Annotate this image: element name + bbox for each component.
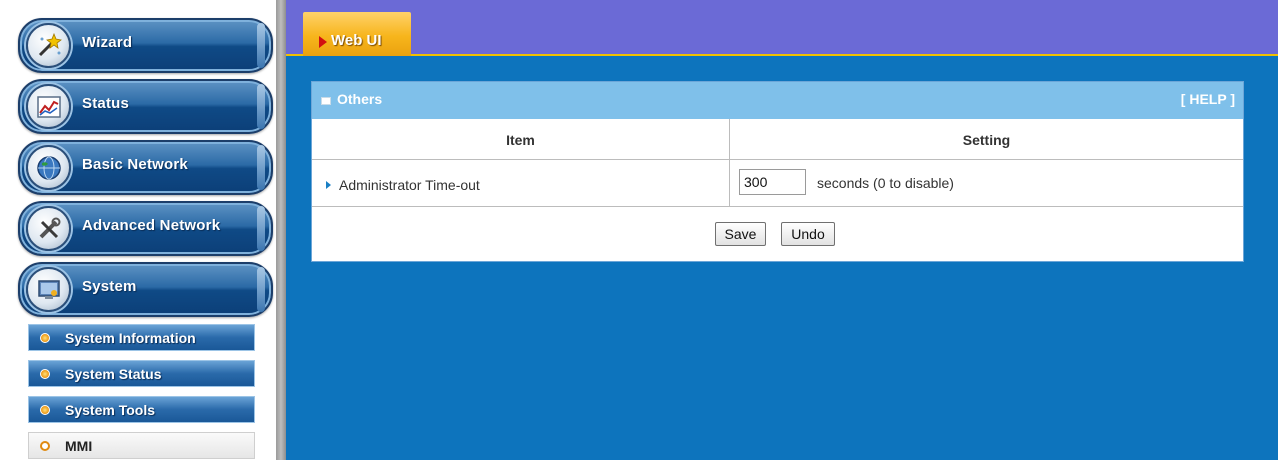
bullet-icon bbox=[40, 333, 50, 343]
main-content: Web UI Others [ HELP ] Item Setting Admi… bbox=[286, 0, 1278, 460]
undo-button[interactable]: Undo bbox=[781, 222, 835, 246]
timeout-unit-text: seconds (0 to disable) bbox=[817, 175, 954, 191]
chart-icon bbox=[26, 84, 71, 129]
submenu-mmi[interactable]: MMI bbox=[28, 432, 255, 459]
menu-label: Wizard bbox=[82, 34, 133, 51]
column-header-item: Item bbox=[312, 119, 730, 160]
sidebar: Wizard Status Basic Network Advanced Net… bbox=[0, 0, 276, 460]
submenu-system-information[interactable]: System Information bbox=[28, 324, 255, 351]
table-row-label-cell: Administrator Time-out bbox=[312, 160, 730, 207]
arrow-right-icon bbox=[319, 36, 327, 48]
tab-label: Web UI bbox=[331, 32, 382, 49]
menu-basic-network[interactable]: Basic Network bbox=[18, 140, 273, 195]
window-icon bbox=[321, 97, 331, 105]
action-bar: Save Undo bbox=[312, 207, 1243, 261]
menu-label: Advanced Network bbox=[82, 217, 221, 234]
menu-advanced-network[interactable]: Advanced Network bbox=[18, 201, 273, 256]
submenu-label: MMI bbox=[65, 438, 93, 454]
menu-label: Basic Network bbox=[82, 156, 188, 173]
tools-icon bbox=[26, 206, 71, 251]
others-panel: Others [ HELP ] Item Setting Administrat… bbox=[311, 81, 1244, 262]
save-button[interactable]: Save bbox=[715, 222, 766, 246]
sidebar-divider bbox=[276, 0, 286, 460]
arrow-right-icon bbox=[326, 181, 331, 189]
submenu-system-status[interactable]: System Status bbox=[28, 360, 255, 387]
bullet-icon bbox=[40, 369, 50, 379]
submenu-label: System Tools bbox=[65, 402, 155, 418]
submenu-system-tools[interactable]: System Tools bbox=[28, 396, 255, 423]
help-link[interactable]: [ HELP ] bbox=[1181, 91, 1235, 107]
menu-status[interactable]: Status bbox=[18, 79, 273, 134]
wand-icon bbox=[26, 23, 71, 68]
monitor-icon bbox=[26, 267, 71, 312]
globe-icon bbox=[26, 145, 71, 190]
tab-web-ui[interactable]: Web UI bbox=[303, 12, 411, 56]
bullet-icon bbox=[40, 441, 50, 451]
submenu-label: System Status bbox=[65, 366, 162, 382]
submenu-label: System Information bbox=[65, 330, 196, 346]
menu-label: Status bbox=[82, 95, 130, 112]
menu-label: System bbox=[82, 278, 137, 295]
bullet-icon bbox=[40, 405, 50, 415]
top-tab-bar: Web UI bbox=[286, 0, 1278, 56]
menu-wizard[interactable]: Wizard bbox=[18, 18, 273, 73]
menu-system[interactable]: System bbox=[18, 262, 273, 317]
table-row-setting-cell: seconds (0 to disable) bbox=[730, 160, 1243, 207]
column-header-setting: Setting bbox=[730, 119, 1243, 160]
panel-title: Others bbox=[337, 91, 383, 107]
timeout-input[interactable] bbox=[739, 169, 806, 195]
panel-header: Others [ HELP ] bbox=[312, 82, 1243, 119]
row-label: Administrator Time-out bbox=[339, 177, 480, 193]
